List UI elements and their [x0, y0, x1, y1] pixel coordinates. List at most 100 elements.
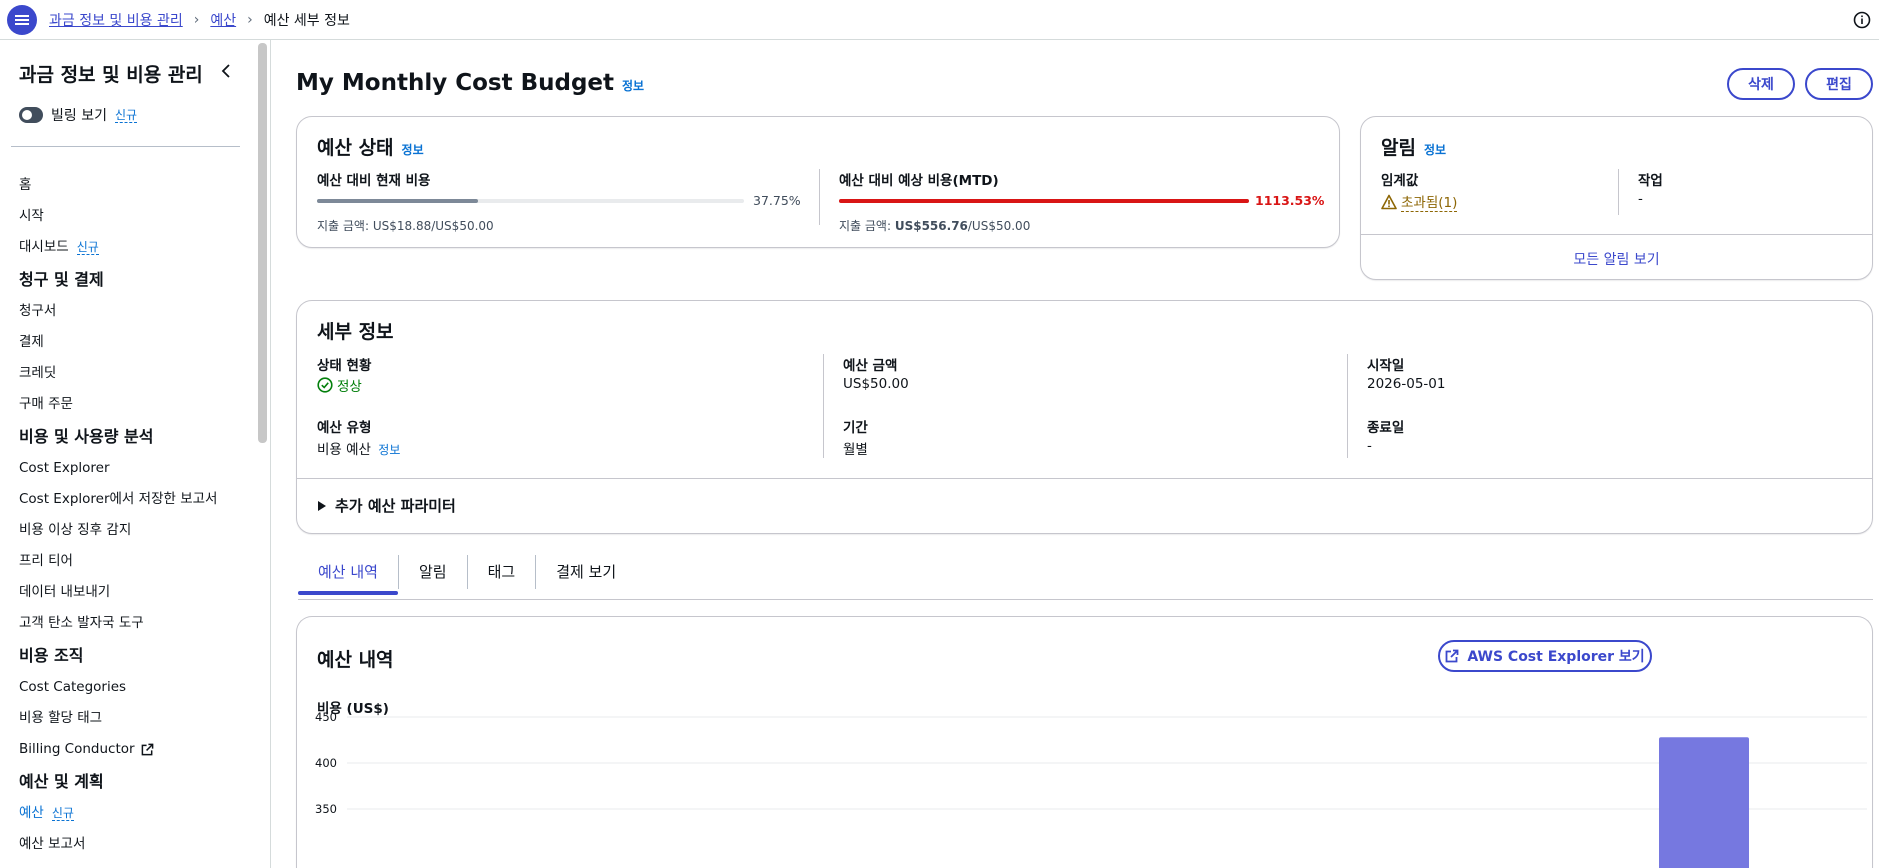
breadcrumb: 과금 정보 및 비용 관리 › 예산 › 예산 세부 정보	[49, 10, 350, 30]
sidebar-item-label: 크레딧	[19, 365, 57, 381]
details-title: 세부 정보	[317, 321, 394, 343]
y-tick-label: 450	[315, 710, 337, 724]
breadcrumb-billing[interactable]: 과금 정보 및 비용 관리	[49, 10, 183, 30]
toggle-switch[interactable]	[19, 107, 43, 123]
sidebar-item[interactable]: Billing Conductor	[19, 734, 249, 765]
action-value: -	[1638, 191, 1643, 207]
sidebar-item-label: Cost Explorer	[19, 460, 110, 476]
budget-status-title-text: 예산 상태	[317, 137, 394, 159]
sidebar-item-label: 결제	[19, 334, 44, 350]
forecast-cost-progress-fill	[839, 199, 1249, 203]
amount-label: 예산 금액	[843, 358, 898, 374]
edit-button[interactable]: 편집	[1805, 68, 1873, 100]
forecast-spent-total: /US$50.00	[967, 219, 1031, 233]
toggle-label: 빌링 보기	[51, 108, 107, 124]
alerts-card: 알림 정보 임계값 초과됨(1) 작업 - 모든 알림 보기	[1360, 116, 1873, 280]
end-date-label: 종료일	[1367, 420, 1405, 436]
sidebar-item-label: 청구 및 결제	[19, 270, 104, 289]
alerts-divider	[1618, 169, 1619, 215]
sidebar-heading: 비용 및 사용량 분석	[19, 421, 249, 453]
chevron-left-icon[interactable]	[218, 62, 236, 80]
sidebar-item-label: 비용 조직	[19, 646, 84, 665]
sidebar-item[interactable]: Cost Explorer	[19, 453, 249, 484]
page-title-text: My Monthly Cost Budget	[296, 70, 615, 96]
sidebar-divider	[11, 146, 240, 147]
start-date-value: 2026-05-01	[1367, 376, 1446, 392]
sidebar-item-label: Cost Categories	[19, 679, 127, 695]
details-footer-divider	[297, 478, 1872, 479]
sidebar-item-label: 청구서	[19, 303, 57, 319]
period-label: 기간	[843, 420, 868, 436]
sidebar-item[interactable]: 대시보드 신규	[19, 232, 249, 263]
tab-bar: 예산 내역 알림 태그 결제 보기	[298, 555, 636, 595]
budget-status-info-link[interactable]: 정보	[402, 141, 424, 158]
sidebar-item[interactable]: 청구서	[19, 296, 249, 327]
sidebar-item[interactable]: 구매 주문	[19, 389, 249, 420]
sidebar-nav: 홈시작대시보드 신규청구 및 결제청구서결제크레딧구매 주문비용 및 사용량 분석…	[19, 170, 249, 860]
sidebar-item[interactable]: 시작	[19, 201, 249, 232]
breadcrumb-budgets[interactable]: 예산	[210, 10, 236, 30]
sidebar-item-label: 데이터 내보내기	[19, 584, 111, 600]
sidebar-item[interactable]: 홈	[19, 170, 249, 201]
main-content: My Monthly Cost Budget 정보 삭제 편집 예산 상태 정보…	[271, 40, 1879, 868]
external-link-icon	[141, 743, 153, 756]
sidebar-item[interactable]: 결제	[19, 327, 249, 358]
alerts-footer-divider	[1361, 234, 1872, 235]
current-cost-progress	[317, 199, 744, 203]
new-badge[interactable]: 신규	[114, 108, 138, 123]
sidebar-scrollbar[interactable]	[258, 43, 267, 443]
new-badge[interactable]: 신규	[76, 240, 99, 255]
sidebar-item[interactable]: Cost Categories	[19, 672, 249, 703]
sidebar-item[interactable]: Cost Explorer에서 저장한 보고서	[19, 484, 249, 515]
forecast-cost-label: 예산 대비 예상 비용(MTD)	[839, 173, 999, 189]
warning-icon	[1381, 194, 1397, 209]
tab-1[interactable]: 알림	[397, 555, 467, 589]
details-divider-2	[1347, 354, 1348, 458]
y-tick-label: 350	[315, 802, 337, 816]
new-badge[interactable]: 신규	[51, 806, 74, 821]
sidebar-item[interactable]: 프리 티어	[19, 546, 249, 577]
budget-type-info-link[interactable]: 정보	[378, 443, 400, 457]
delete-button[interactable]: 삭제	[1727, 68, 1795, 100]
additional-parameters-expander[interactable]: 추가 예산 파라미터	[317, 495, 456, 516]
alerts-info-link[interactable]: 정보	[1424, 141, 1446, 158]
alerts-title: 알림 정보	[1381, 133, 1446, 160]
view-all-alerts-link[interactable]: 모든 알림 보기	[1361, 249, 1872, 269]
threshold-label: 임계값	[1381, 173, 1419, 189]
threshold-exceeded[interactable]: 초과됨(1)	[1381, 191, 1458, 212]
sidebar-item-label: 구매 주문	[19, 396, 73, 412]
budget-status-title: 예산 상태 정보	[317, 133, 424, 160]
tab-3[interactable]: 결제 보기	[535, 555, 636, 589]
forecast-spent-amount: US$556.76	[894, 219, 968, 233]
sidebar-item[interactable]: 데이터 내보내기	[19, 577, 249, 608]
current-spent-total: /US$50.00	[431, 219, 494, 233]
details-card: 세부 정보 상태 현황 정상 예산 유형 비용 예산 정보 예산 금액 US$5…	[296, 300, 1873, 534]
sidebar-item[interactable]: 예산 신규	[19, 798, 249, 829]
status-value: 정상	[317, 375, 362, 395]
chart-bar[interactable]	[1659, 737, 1749, 868]
sidebar-item[interactable]: 예산 보고서	[19, 829, 249, 860]
page-info-link[interactable]: 정보	[622, 77, 644, 94]
sidebar-item[interactable]: 고객 탄소 발자국 도구	[19, 608, 249, 639]
sidebar-item[interactable]: 비용 이상 징후 감지	[19, 515, 249, 546]
sidebar-item-label: 시작	[19, 208, 44, 224]
status-value-text: 정상	[337, 379, 362, 395]
sidebar-item-label: 비용 할당 태그	[19, 710, 103, 726]
forecast-cost-spent: 지출 금액: US$556.76/US$50.00	[839, 217, 1030, 234]
sidebar-heading: 비용 조직	[19, 640, 249, 672]
sidebar-item[interactable]: 비용 할당 태그	[19, 703, 249, 734]
current-cost-spent: 지출 금액: US$18.88/US$50.00	[317, 217, 494, 234]
budget-type-label: 예산 유형	[317, 420, 372, 436]
billing-view-toggle[interactable]: 빌링 보기 신규	[19, 105, 138, 125]
top-bar: 과금 정보 및 비용 관리 › 예산 › 예산 세부 정보	[0, 0, 1879, 40]
sidebar-item[interactable]: 크레딧	[19, 358, 249, 389]
details-divider-1	[823, 354, 824, 458]
hamburger-icon	[15, 15, 29, 25]
sidebar-title: 과금 정보 및 비용 관리	[19, 64, 203, 86]
budget-type-value: 비용 예산 정보	[317, 438, 400, 458]
info-icon[interactable]	[1853, 11, 1871, 29]
menu-button[interactable]	[7, 5, 37, 35]
tab-2[interactable]: 태그	[466, 555, 536, 589]
chevron-right-icon: ›	[247, 12, 253, 28]
tab-0[interactable]: 예산 내역	[298, 555, 398, 595]
